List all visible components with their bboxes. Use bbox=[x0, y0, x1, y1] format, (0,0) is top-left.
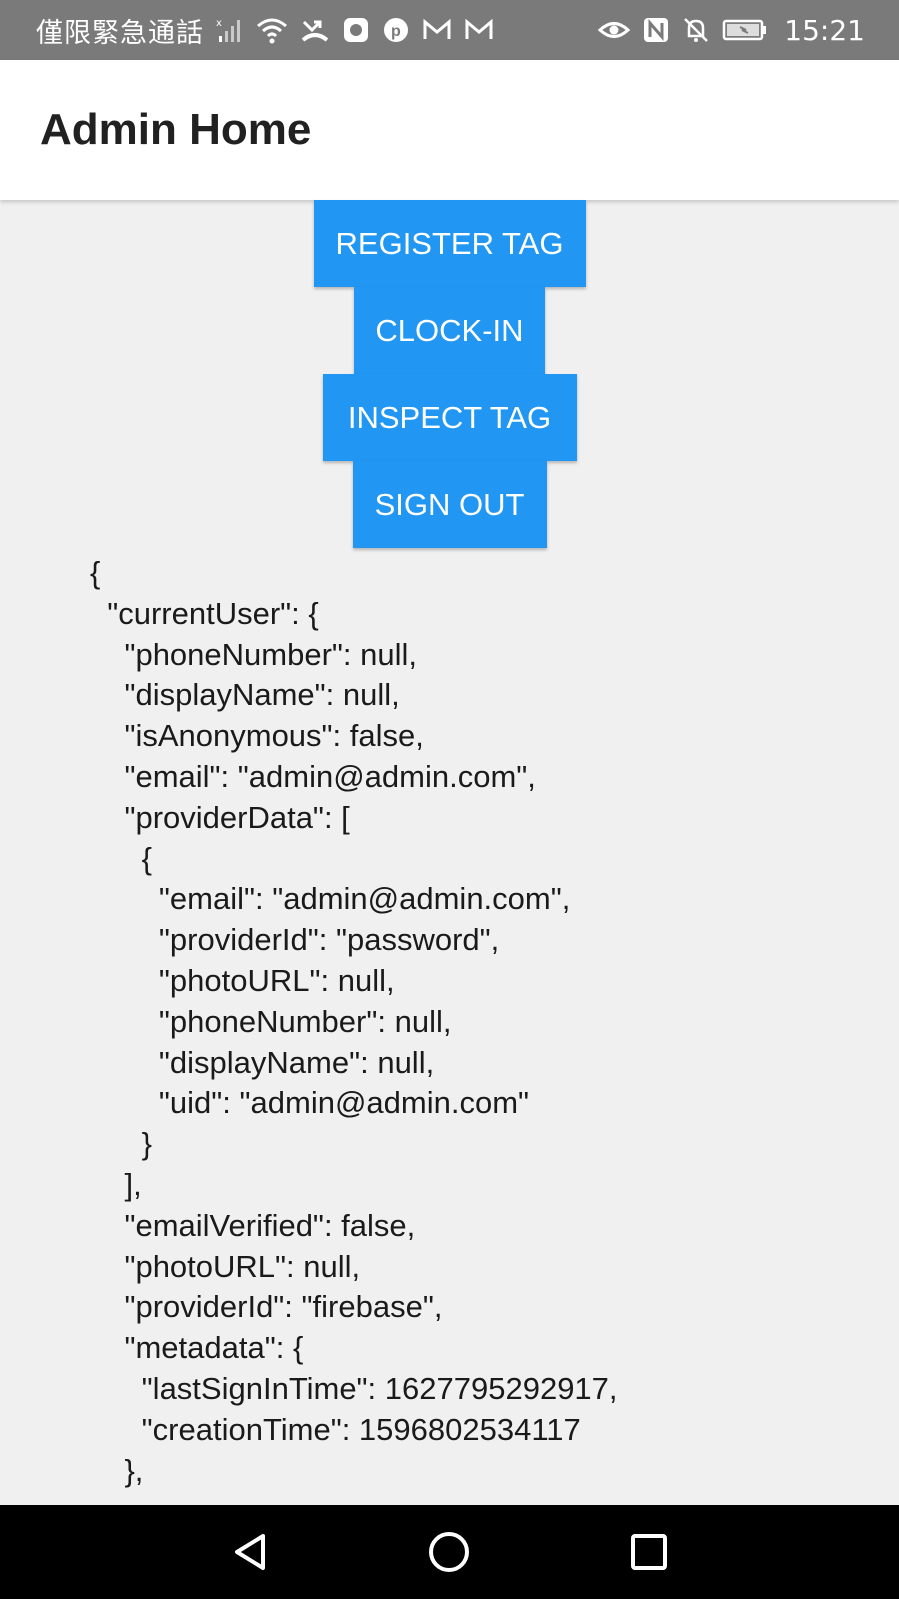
gmail-icon bbox=[422, 18, 452, 42]
nfc-icon bbox=[642, 16, 670, 44]
current-user-json: { "currentUser": { "phoneNumber": null, … bbox=[90, 555, 618, 1488]
back-icon[interactable] bbox=[210, 1512, 290, 1592]
wifi-icon bbox=[256, 16, 288, 44]
status-left: 僅限緊急通話 x p bbox=[36, 11, 494, 50]
navigation-bar bbox=[0, 1505, 899, 1599]
no-signal-icon: x bbox=[216, 16, 244, 44]
svg-text:p: p bbox=[391, 23, 401, 40]
recents-icon[interactable] bbox=[609, 1512, 689, 1592]
clock-in-button[interactable]: CLOCK-IN bbox=[354, 287, 545, 374]
sign-out-button[interactable]: SIGN OUT bbox=[352, 461, 547, 548]
gmail-icon bbox=[464, 18, 494, 42]
app-bar: Admin Home bbox=[0, 60, 899, 200]
pinterest-icon: p bbox=[382, 16, 410, 44]
home-icon[interactable] bbox=[409, 1512, 489, 1592]
svg-text:x: x bbox=[216, 18, 222, 29]
battery-charging-icon bbox=[722, 18, 768, 42]
eye-icon bbox=[598, 17, 631, 43]
status-bar: 僅限緊急通話 x p 15:21 bbox=[0, 0, 899, 60]
page-title: Admin Home bbox=[40, 105, 312, 154]
inspect-tag-button[interactable]: INSPECT TAG bbox=[322, 374, 577, 461]
missed-call-icon bbox=[300, 16, 330, 44]
clock: 15:21 bbox=[784, 13, 865, 47]
action-buttons: REGISTER TAG CLOCK-IN INSPECT TAG SIGN O… bbox=[0, 200, 899, 548]
app-icon bbox=[342, 16, 370, 44]
status-right: 15:21 bbox=[598, 14, 865, 47]
register-tag-button[interactable]: REGISTER TAG bbox=[313, 200, 586, 287]
carrier-text: 僅限緊急通話 bbox=[36, 17, 204, 49]
notifications-off-icon bbox=[682, 16, 710, 44]
